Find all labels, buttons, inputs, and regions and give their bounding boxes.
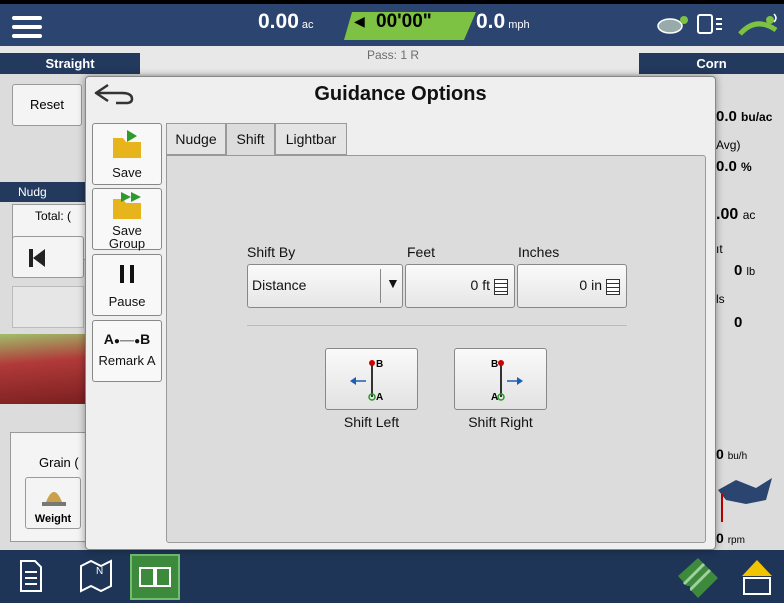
pause-icon [120, 265, 134, 283]
timer-display: ◀ 00'00" [344, 10, 476, 40]
reset-button[interactable]: Reset [12, 84, 82, 126]
calculator-icon [494, 279, 508, 295]
antenna-icon[interactable] [736, 12, 780, 38]
rpm-readout: 0 rpm [716, 530, 745, 546]
calculator-icon [606, 279, 620, 295]
shift-left-icon: B A [350, 359, 383, 403]
save-group-label: Save Group [108, 223, 146, 251]
shift-by-label: Shift By [247, 244, 296, 260]
svg-text:A: A [376, 392, 383, 403]
shift-right-icon: B A [491, 359, 523, 403]
speed-readout: 0.0 mph [476, 10, 530, 33]
svg-text:B: B [491, 359, 498, 370]
folder-group-save-icon [113, 192, 141, 219]
dialog-title: Guidance Options [314, 83, 487, 105]
grain-label: Grain ( [39, 455, 79, 470]
rpm-gauge-icon [716, 470, 776, 526]
moisture-readout: 0.0 % [716, 158, 752, 175]
area-readout-right: .00 ac [716, 206, 756, 223]
lb-readout: 0 lb [734, 262, 756, 279]
disabled-button [12, 286, 84, 328]
folder-save-icon [113, 130, 141, 158]
loads-readout: 0 [734, 314, 743, 331]
feet-input[interactable]: 0 ft [405, 264, 515, 308]
loads-label: ls [716, 292, 725, 306]
tab-nudge[interactable]: Nudge [166, 123, 226, 155]
save-label: Save [112, 165, 142, 180]
shift-panel: Shift By Distance ▼ Feet 0 ft Inches 0 i… [166, 155, 706, 543]
svg-text:N: N [96, 566, 103, 577]
grain-panel: Grain ( Weight [10, 432, 90, 542]
shift-left-button[interactable]: B A [325, 348, 418, 410]
tab-shift[interactable]: Shift [226, 123, 275, 156]
svg-text:A: A [491, 392, 498, 403]
shift-right-label: Shift Right [468, 414, 533, 430]
shift-right-button[interactable]: B A [454, 348, 547, 410]
scale-icon [42, 492, 66, 506]
divider [247, 325, 627, 326]
left-arrow-icon: ◀ [354, 13, 365, 29]
shift-by-select[interactable]: Distance ▼ [247, 264, 403, 308]
svg-text:B: B [376, 359, 383, 370]
shift-left-label: Shift Left [343, 414, 400, 430]
pass-label: Pass: 1 R [367, 48, 420, 62]
gps-icon[interactable] [656, 14, 688, 34]
save-button[interactable]: Save [92, 123, 162, 185]
inches-value: 0 in [579, 277, 602, 293]
field-operation-icon[interactable] [676, 556, 720, 600]
home-up-icon[interactable] [740, 558, 774, 596]
dropdown-arrow-icon: ▼ [386, 275, 400, 291]
avg-label: Avg) [716, 138, 741, 152]
tab-lightbar[interactable]: Lightbar [275, 123, 347, 155]
feet-label: Feet [407, 244, 436, 260]
document-icon[interactable] [20, 560, 42, 592]
remark-label: Remark A [98, 353, 156, 368]
guidance-pattern-tab[interactable]: Straight [0, 53, 140, 74]
nudge-label: Nudg [0, 182, 88, 202]
bottom-nav-bar: N [0, 550, 784, 603]
save-group-button[interactable]: Save Group [92, 188, 162, 250]
coverage-map [0, 334, 90, 404]
pause-label: Pause [108, 294, 146, 309]
weight-label: Weight [34, 513, 72, 525]
remark-a-button[interactable]: A●──●B Remark A [92, 320, 162, 382]
weight-label-right: ıt [716, 242, 723, 256]
skip-back-button[interactable] [12, 236, 84, 278]
ab-line-icon: A●──●B [103, 331, 151, 347]
weight-button[interactable]: Weight [25, 477, 81, 529]
buh-readout: 0 bu/h [716, 446, 748, 462]
inches-label: Inches [518, 244, 560, 260]
crop-tab[interactable]: Corn [639, 53, 784, 74]
signal-icon [716, 16, 728, 32]
inches-input[interactable]: 0 in [517, 264, 627, 308]
menu-icon[interactable] [12, 16, 42, 40]
field-map-icon[interactable]: N [78, 558, 114, 594]
split-view-icon[interactable] [130, 554, 180, 600]
guidance-options-dialog: Guidance Options Save Save Group Pause A●… [85, 76, 716, 550]
yield-readout: 0.0 bu/ac [716, 108, 773, 125]
top-status-bar: 0.00 ac ◀ 00'00" 0.0 mph [0, 0, 784, 46]
shift-by-value: Distance [252, 277, 307, 293]
feet-value: 0 ft [470, 277, 490, 293]
pause-button[interactable]: Pause [92, 254, 162, 316]
display-icon[interactable] [697, 14, 713, 34]
area-readout: 0.00 ac [258, 10, 314, 33]
